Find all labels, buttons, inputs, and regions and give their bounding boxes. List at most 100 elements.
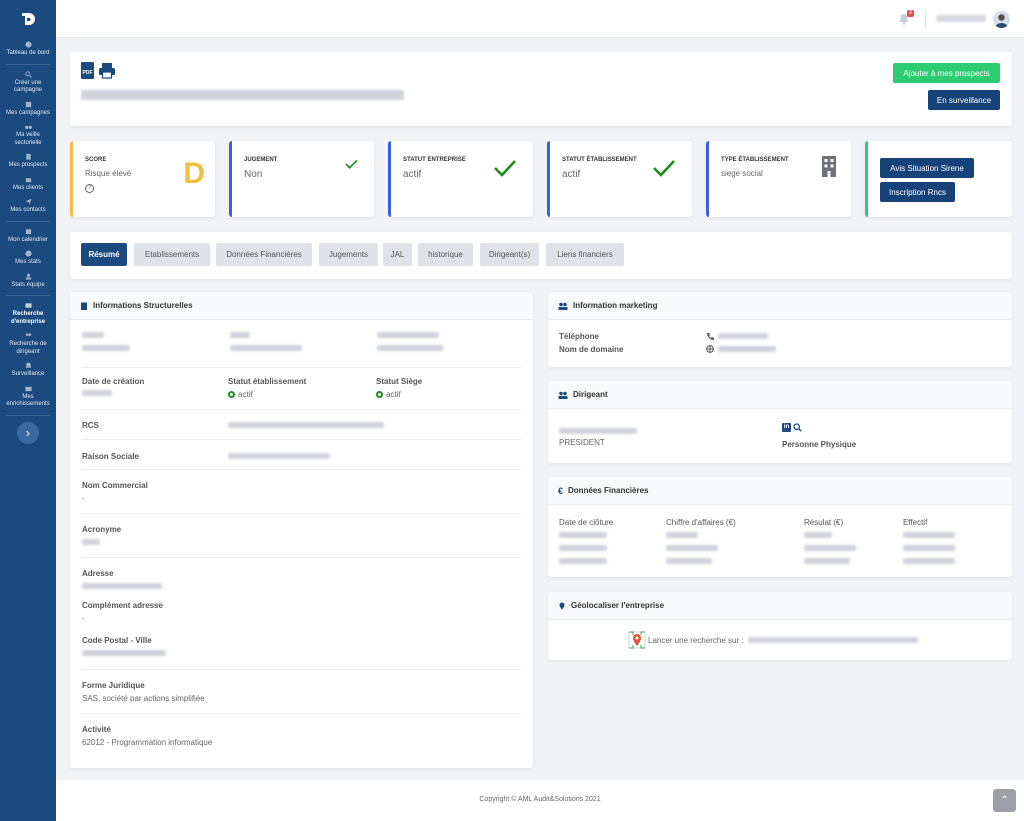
sidebar-item-my-prospects[interactable]: Mes prospects xyxy=(0,150,56,173)
euro-icon: € xyxy=(558,485,564,496)
raison-sociale-row: Raison Sociale xyxy=(82,439,521,469)
kpi-label: STATUT ENTREPRISE xyxy=(403,157,466,163)
field-label: RCS xyxy=(82,421,99,430)
inscription-rncs-button[interactable]: Inscription Rncs xyxy=(880,182,955,202)
topbar-divider xyxy=(925,10,926,28)
sidebar-item-create-campaign[interactable]: Créer une campagne xyxy=(0,68,56,98)
user-name-blurred[interactable] xyxy=(936,15,986,22)
status-dot-icon xyxy=(376,391,383,398)
printer-icon[interactable] xyxy=(98,62,116,79)
kpi-value: Non xyxy=(244,169,263,180)
footer: Copyright © AML Audit&Solutions 2021 xyxy=(56,780,1024,821)
tab-historique[interactable]: historique xyxy=(418,243,473,266)
creation-date-blurred xyxy=(82,390,112,396)
sidebar-item-sector-watch[interactable]: Ma veille sectorielle xyxy=(0,120,56,150)
sidebar-item-executive-search[interactable]: Recherche de dirigeant xyxy=(0,329,56,359)
maps-icon xyxy=(628,631,646,649)
sidebar-item-enrichments[interactable]: Mes enrichissements xyxy=(0,382,56,412)
list-icon xyxy=(25,101,32,108)
field-label: Complément adresse xyxy=(82,601,163,610)
sidebar-item-label: Ma veille sectorielle xyxy=(14,132,42,146)
tab-jugements[interactable]: Jugements xyxy=(319,243,378,266)
sidebar-item-dashboard[interactable]: Tableau de bord xyxy=(0,38,56,61)
geolocation-search[interactable]: Lancer une recherche sur : xyxy=(628,631,918,649)
check-icon xyxy=(345,159,358,169)
field-value: - xyxy=(82,494,85,503)
marketing-title: Information marketing xyxy=(573,301,658,310)
logo-icon xyxy=(22,13,35,25)
sidebar-toggle-button[interactable]: › xyxy=(17,421,39,444)
raison-sociale-blurred xyxy=(228,453,330,459)
avatar[interactable] xyxy=(993,11,1010,28)
status-value: actif xyxy=(238,390,253,399)
sidebar-item-label: Mes clients xyxy=(12,184,43,191)
pdf-export-button[interactable]: PDF xyxy=(81,62,94,79)
building-icon xyxy=(81,302,87,310)
financial-rows-blurred xyxy=(559,532,999,567)
sidebar-item-my-stats[interactable]: Mes stats xyxy=(0,247,56,270)
adresse-row: Adresse xyxy=(82,557,521,595)
team-icon xyxy=(25,273,32,280)
export-tools: PDF xyxy=(81,62,116,79)
tab-resume[interactable]: Résumé xyxy=(81,243,127,266)
sidebar-item-my-clients[interactable]: Mes clients xyxy=(0,173,56,196)
field-label: Nom Commercial xyxy=(82,481,148,490)
sidebar-item-label: Stats équipe xyxy=(11,281,45,288)
domain-value-blurred[interactable] xyxy=(718,346,776,352)
folder-icon xyxy=(24,385,32,392)
sidebar-item-label: Mes contacts xyxy=(10,207,46,213)
sidebar-item-label: Mes campagnes xyxy=(5,109,51,116)
marketing-header: Information marketing xyxy=(548,292,1012,320)
tab-liens-financiers[interactable]: Liens financiers xyxy=(546,243,624,266)
financial-title: Données Financières xyxy=(568,486,649,495)
tab-donnees-financieres[interactable]: Données Financières xyxy=(216,243,312,266)
users-icon xyxy=(558,391,568,399)
phone-value-blurred[interactable] xyxy=(718,333,768,339)
search-icon[interactable] xyxy=(793,423,802,432)
building-icon xyxy=(822,156,836,177)
linkedin-icon[interactable]: in xyxy=(782,423,791,432)
financial-header: € Données Financières xyxy=(548,477,1012,505)
tab-dirigeants[interactable]: Dirigeant(s) xyxy=(480,243,539,266)
dirigeant-name-blurred[interactable] xyxy=(559,428,637,434)
sidebar-item-my-contacts[interactable]: Mes contacts xyxy=(0,195,56,218)
sidebar-item-label: Tableau de bord xyxy=(6,50,50,56)
kpi-label: SCORE xyxy=(85,157,107,163)
notification-count-badge: 8 xyxy=(907,10,914,17)
dirigeant-card: Dirigeant PRESIDENT in Personne Physique xyxy=(548,381,1012,463)
kpi-label: JUGEMENT xyxy=(244,157,278,163)
kpi-value: Risque élevé xyxy=(85,169,132,178)
company-name-blurred xyxy=(81,90,404,100)
sidebar-item-calendar[interactable]: Mon calendrier xyxy=(0,225,56,248)
id-card-icon xyxy=(24,302,32,309)
status-indicator: actif xyxy=(376,390,401,399)
geolocation-title: Géolocaliser l'entreprise xyxy=(571,601,665,610)
tab-etablissements[interactable]: Etablissements xyxy=(134,243,210,266)
sidebar-item-label: Recherche de dirigeant xyxy=(9,341,47,355)
kpi-actions-card: Avis Situation Sirene Inscription Rncs xyxy=(865,141,1012,217)
sidebar-divider xyxy=(6,63,50,65)
kpi-value: siege social xyxy=(721,169,763,178)
notifications-button[interactable]: 8 xyxy=(898,10,914,25)
geolocation-card: Géolocaliser l'entreprise Lancer une rec… xyxy=(548,592,1012,660)
surveillance-button[interactable]: En surveillance xyxy=(928,90,1000,110)
sidebar-item-my-campaigns[interactable]: Mes campagnes xyxy=(0,98,56,121)
sidebar-item-label: Créer une campagne xyxy=(13,79,43,94)
avis-situation-sirene-button[interactable]: Avis Situation Sirene xyxy=(880,158,974,178)
sidebar-divider xyxy=(6,295,50,296)
column-header: Effectif xyxy=(903,518,928,527)
field-label: Raison Sociale xyxy=(82,452,139,461)
sidebar-item-team-stats[interactable]: Stats équipe xyxy=(0,270,56,293)
field-label: Statut établissement xyxy=(228,377,307,386)
geolocation-header: Géolocaliser l'entreprise xyxy=(548,592,1012,620)
tab-jal[interactable]: JAL xyxy=(383,243,412,266)
sidebar-item-surveillance[interactable]: Surveillance xyxy=(0,359,56,382)
add-to-prospects-button[interactable]: Ajouter à mes prospects xyxy=(893,63,1000,83)
app-logo[interactable] xyxy=(0,0,56,38)
help-icon[interactable]: ? xyxy=(85,184,94,193)
users-icon xyxy=(558,302,568,310)
dates-row: Date de création Statut établissement ac… xyxy=(82,367,521,409)
scroll-to-top-button[interactable]: ⌃ xyxy=(993,789,1016,812)
sidebar-item-company-search[interactable]: Recherche d'entreprise xyxy=(0,299,56,329)
rcs-value-blurred xyxy=(228,422,384,428)
